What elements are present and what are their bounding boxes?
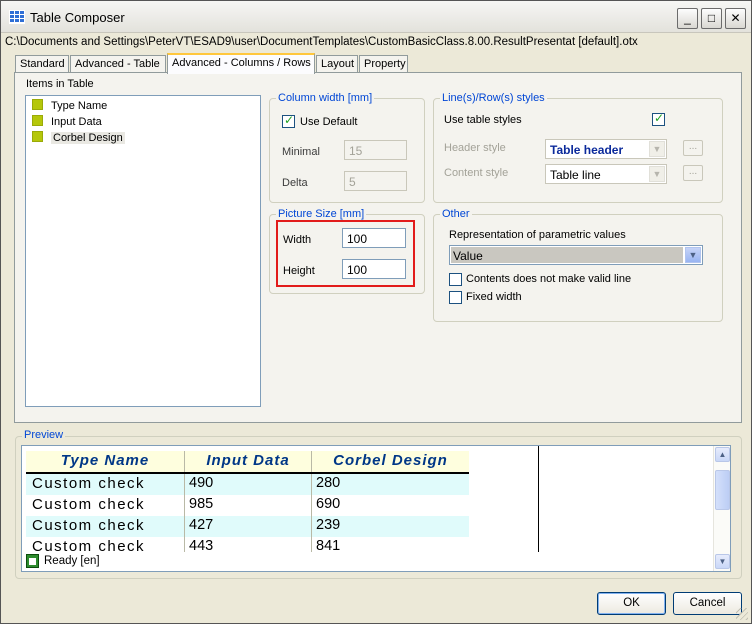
- preview-cell: Custom check: [32, 538, 146, 552]
- list-item[interactable]: Type Name: [32, 99, 107, 114]
- minimize-button[interactable]: _: [677, 8, 698, 29]
- picture-size-title: Picture Size [mm]: [276, 208, 367, 220]
- tab-property[interactable]: Property: [359, 55, 408, 73]
- table-composer-icon: [9, 10, 25, 24]
- preview-cell: 985: [189, 496, 214, 512]
- minimal-field[interactable]: 15: [344, 140, 407, 160]
- tab-layout[interactable]: Layout: [316, 55, 358, 73]
- item-icon: [32, 99, 43, 110]
- tab-standard[interactable]: Standard: [15, 55, 69, 73]
- tab-advanced-columns-rows[interactable]: Advanced - Columns / Rows: [167, 53, 315, 74]
- fixed-width-checkbox[interactable]: [449, 291, 462, 304]
- chevron-down-icon: ▼: [649, 166, 665, 182]
- preview-pane[interactable]: Type Name Input Data Corbel Design Custo…: [21, 445, 731, 572]
- preview-header-cell: Type Name: [26, 451, 184, 472]
- other-group: Other Representation of parametric value…: [433, 208, 723, 322]
- tab-page: Items in Table Type Name Input Data Corb…: [14, 72, 742, 423]
- template-path: C:\Documents and Settings\PeterVT\ESAD9\…: [5, 36, 638, 48]
- list-item[interactable]: Input Data: [32, 115, 102, 130]
- line-styles-title: Line(s)/Row(s) styles: [440, 92, 547, 104]
- preview-cell: 490: [189, 475, 214, 491]
- document-icon: [26, 554, 39, 568]
- preview-cell: 239: [316, 517, 341, 533]
- preview-cell: 427: [189, 517, 214, 533]
- highlight-box: [276, 220, 415, 287]
- chevron-down-icon: ▼: [685, 247, 701, 263]
- minimal-label: Minimal: [282, 146, 320, 158]
- resize-grip[interactable]: [736, 608, 748, 620]
- preview-cell: Custom check: [32, 475, 146, 492]
- contents-checkbox[interactable]: [449, 273, 462, 286]
- preview-header-cell: Input Data: [185, 451, 311, 472]
- items-list[interactable]: Type Name Input Data Corbel Design: [25, 95, 261, 407]
- preview-scrollbar[interactable]: ▲ ▼: [713, 446, 730, 571]
- table-composer-window: Table Composer _ □ ✕ C:\Documents and Se…: [0, 0, 752, 624]
- header-style-label: Header style: [444, 142, 506, 154]
- list-item[interactable]: Corbel Design: [32, 131, 125, 146]
- column-width-group: Column width [mm] ✓ Use Default Minimal …: [269, 92, 425, 203]
- preview-cell: Custom check: [32, 517, 146, 534]
- title-bar[interactable]: Table Composer _ □ ✕: [1, 1, 751, 33]
- delta-field[interactable]: 5: [344, 171, 407, 191]
- preview-cell: Custom check: [32, 496, 146, 513]
- scroll-thumb[interactable]: [715, 470, 730, 510]
- preview-status-bar: Ready [en]: [22, 552, 714, 571]
- preview-cell: 443: [189, 538, 214, 552]
- preview-cell: 841: [316, 538, 341, 552]
- header-style-more-button[interactable]: ...: [683, 140, 703, 156]
- use-default-label: Use Default: [300, 116, 358, 128]
- cancel-button[interactable]: Cancel: [673, 592, 742, 615]
- ok-button[interactable]: OK: [597, 592, 666, 615]
- representation-label: Representation of parametric values: [449, 229, 626, 241]
- content-style-more-button[interactable]: ...: [683, 165, 703, 181]
- use-default-checkbox[interactable]: ✓: [282, 113, 295, 128]
- other-title: Other: [440, 208, 472, 220]
- preview-cell: 690: [316, 496, 341, 512]
- header-style-select[interactable]: Table header ▼: [545, 139, 667, 159]
- use-table-styles-checkbox[interactable]: ✓: [652, 111, 665, 126]
- representation-select[interactable]: Value ▼: [449, 245, 703, 265]
- page-boundary-line: [538, 446, 539, 552]
- window-title: Table Composer: [30, 10, 125, 25]
- use-table-styles-label: Use table styles: [444, 114, 522, 126]
- maximize-button[interactable]: □: [701, 8, 722, 29]
- line-styles-group: Line(s)/Row(s) styles Use table styles ✓…: [433, 92, 723, 203]
- fixed-width-label: Fixed width: [466, 291, 522, 303]
- scroll-down-button[interactable]: ▼: [715, 554, 730, 569]
- column-width-title: Column width [mm]: [276, 92, 375, 104]
- chevron-down-icon: ▼: [649, 141, 665, 157]
- scroll-up-button[interactable]: ▲: [715, 447, 730, 462]
- content-style-label: Content style: [444, 167, 509, 179]
- close-button[interactable]: ✕: [725, 8, 746, 29]
- tab-advanced-table[interactable]: Advanced - Table: [70, 55, 166, 73]
- delta-label: Delta: [282, 177, 308, 189]
- preview-header-cell: Corbel Design: [312, 451, 469, 472]
- content-style-select[interactable]: Table line ▼: [545, 164, 667, 184]
- item-icon: [32, 131, 43, 142]
- preview-title: Preview: [22, 429, 66, 441]
- item-icon: [32, 115, 43, 126]
- preview-cell: 280: [316, 475, 341, 491]
- items-in-table-label: Items in Table: [26, 78, 94, 90]
- contents-label: Contents does not make valid line: [466, 273, 632, 285]
- status-text: Ready [en]: [44, 555, 100, 567]
